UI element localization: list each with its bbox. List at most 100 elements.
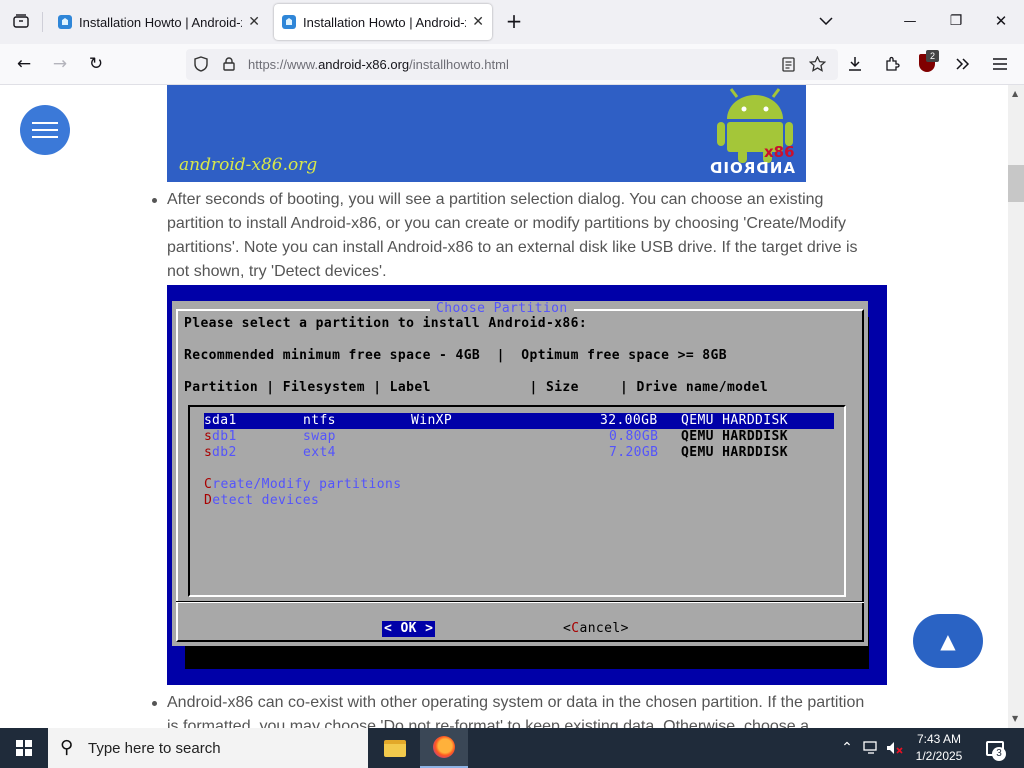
tab-bar: Installation Howto | Android-x8 ✕ Instal… <box>0 0 1024 44</box>
action-hotkey: C <box>204 477 213 492</box>
list-all-tabs-chevron-icon[interactable] <box>811 6 841 36</box>
clock-date: 1/2/2025 <box>915 749 963 763</box>
scrollbar-thumb[interactable] <box>1008 165 1024 202</box>
page-content: android-x86.org x86 ANDROID After second… <box>0 85 1008 728</box>
site-banner: android-x86.org x86 ANDROID <box>167 85 806 182</box>
tab-installation-howto-2[interactable]: Installation Howto | Android-x8 ✕ <box>274 4 492 40</box>
extensions-icon[interactable] <box>878 50 906 78</box>
hamburger-menu-icon[interactable] <box>986 50 1014 78</box>
logo-android-text: ANDROID <box>709 159 795 177</box>
partition-name: db1 <box>212 429 237 444</box>
reader-view-icon[interactable] <box>777 53 799 75</box>
lock-icon[interactable] <box>218 53 240 75</box>
cancel-button[interactable]: <Cancel> <box>563 621 629 637</box>
bullet <box>152 701 157 706</box>
address-bar[interactable]: https://www.android-x86.org/installhowto… <box>186 49 838 80</box>
folder-icon <box>384 739 406 757</box>
tray-chevron-icon[interactable]: ⌃ <box>836 728 858 768</box>
android-x86-favicon-icon <box>282 15 296 29</box>
partition-name: db2 <box>212 445 237 460</box>
banner-site-name: android-x86.org <box>179 155 318 175</box>
partition-name: da1 <box>212 413 237 428</box>
ublock-count-badge: 2 <box>926 50 939 62</box>
page-scrollbar[interactable]: ▲ ▼ <box>1008 85 1024 728</box>
menu-line <box>32 122 58 124</box>
cancel-bracket: < <box>563 621 572 636</box>
partition-filesystem: ntfs <box>303 413 336 428</box>
tab-separator <box>42 12 43 32</box>
android-x86-favicon-icon <box>58 15 72 29</box>
url-text[interactable]: https://www.android-x86.org/installhowto… <box>248 57 509 72</box>
notification-count-badge: 3 <box>992 747 1006 761</box>
firefox-taskbar-button[interactable] <box>420 728 468 768</box>
tab-close-icon[interactable]: ✕ <box>472 14 484 30</box>
tab-installation-howto-1[interactable]: Installation Howto | Android-x8 ✕ <box>50 4 268 40</box>
windows-logo-icon <box>16 740 32 756</box>
url-prefix: https://www. <box>248 57 319 72</box>
start-button[interactable] <box>0 728 48 768</box>
action-hotkey: D <box>204 493 213 508</box>
network-icon[interactable] <box>860 728 882 768</box>
minimize-button[interactable]: — <box>895 6 925 36</box>
partition-hotkey: s <box>204 429 213 444</box>
create-modify-partitions-option[interactable]: Create/Modify partitions <box>204 477 401 493</box>
clock-time: 7:43 AM <box>916 732 962 746</box>
file-explorer-button[interactable] <box>371 728 419 768</box>
partition-dialog-screenshot: Choose Partition Please select a partiti… <box>167 285 887 685</box>
partition-list: s da1 ntfs WinXP 32.00GB QEMU HARDDISK s… <box>188 405 846 597</box>
partition-row-sda1[interactable]: s da1 ntfs WinXP 32.00GB QEMU HARDDISK <box>204 413 834 429</box>
partition-size: 7.20GB <box>609 445 659 460</box>
detect-devices-option[interactable]: Detect devices <box>204 493 319 509</box>
volume-muted-icon[interactable] <box>884 728 906 768</box>
menu-line <box>32 129 58 131</box>
partition-size: 32.00GB <box>600 413 658 428</box>
dialog-free-space-note: Recommended minimum free space - 4GB | O… <box>184 348 727 363</box>
tab-list-icon[interactable] <box>6 6 36 36</box>
partition-row-sdb2[interactable]: s db2 ext4 7.20GB QEMU HARDDISK <box>204 445 834 461</box>
paragraph-coexist: Android-x86 can co-exist with other oper… <box>167 694 865 728</box>
partition-drive: QEMU HARDDISK <box>681 413 788 428</box>
download-icon[interactable] <box>841 50 869 78</box>
search-icon: ⚲ <box>60 737 74 758</box>
partition-table-header: Partition | Filesystem | Label | Size | … <box>184 380 769 395</box>
forward-button[interactable]: → <box>46 50 74 78</box>
dialog-divider <box>176 601 864 603</box>
windows-taskbar: ⚲ Type here to search ⌃ 7:43 AM 1/2/2025… <box>0 728 1024 768</box>
partition-size: 0.80GB <box>609 429 659 444</box>
partition-filesystem: swap <box>303 429 336 444</box>
partition-drive: QEMU HARDDISK <box>681 429 788 444</box>
scroll-up-arrow-icon[interactable]: ▲ <box>1012 89 1018 98</box>
taskbar-search-box[interactable]: ⚲ Type here to search <box>48 728 368 768</box>
menu-line <box>32 136 58 138</box>
navigation-toolbar: ← → ↻ https://www.android-x86.org/instal… <box>0 44 1024 85</box>
tab-title: Installation Howto | Android-x8 <box>303 14 467 30</box>
bookmark-star-icon[interactable] <box>806 53 828 75</box>
back-button[interactable]: ← <box>10 50 38 78</box>
partition-label: WinXP <box>411 413 453 428</box>
partition-hotkey: s <box>204 413 213 428</box>
action-label: reate/Modify partitions <box>212 477 402 492</box>
dialog-title: Choose Partition <box>430 301 574 316</box>
close-window-button[interactable]: ✕ <box>986 6 1016 36</box>
scroll-down-arrow-icon[interactable]: ▼ <box>1012 714 1018 723</box>
new-tab-button[interactable]: + <box>499 6 529 36</box>
action-label: etect devices <box>212 493 320 508</box>
partition-hotkey: s <box>204 445 213 460</box>
choose-partition-dialog: Choose Partition Please select a partiti… <box>172 301 868 646</box>
reload-button[interactable]: ↻ <box>82 50 110 78</box>
scroll-to-top-button[interactable]: ▲ <box>913 614 983 668</box>
shield-icon[interactable] <box>190 53 212 75</box>
restore-button[interactable]: ❐ <box>941 6 971 36</box>
tab-close-icon[interactable]: ✕ <box>248 14 260 30</box>
site-menu-button[interactable] <box>20 105 70 155</box>
partition-filesystem: ext4 <box>303 445 336 460</box>
partition-drive: QEMU HARDDISK <box>681 445 788 460</box>
ok-button[interactable]: < OK > <box>382 621 436 637</box>
partition-row-sdb1[interactable]: s db1 swap 0.80GB QEMU HARDDISK <box>204 429 834 445</box>
bullet <box>152 198 157 203</box>
url-domain: android-x86.org <box>318 57 410 72</box>
overflow-chevron-icon[interactable] <box>949 50 977 78</box>
paragraph-partition-dialog: After seconds of booting, you will see a… <box>167 191 858 280</box>
url-path: /installhowto.html <box>409 57 509 72</box>
taskbar-clock[interactable]: 7:43 AM 1/2/2025 <box>904 731 974 765</box>
